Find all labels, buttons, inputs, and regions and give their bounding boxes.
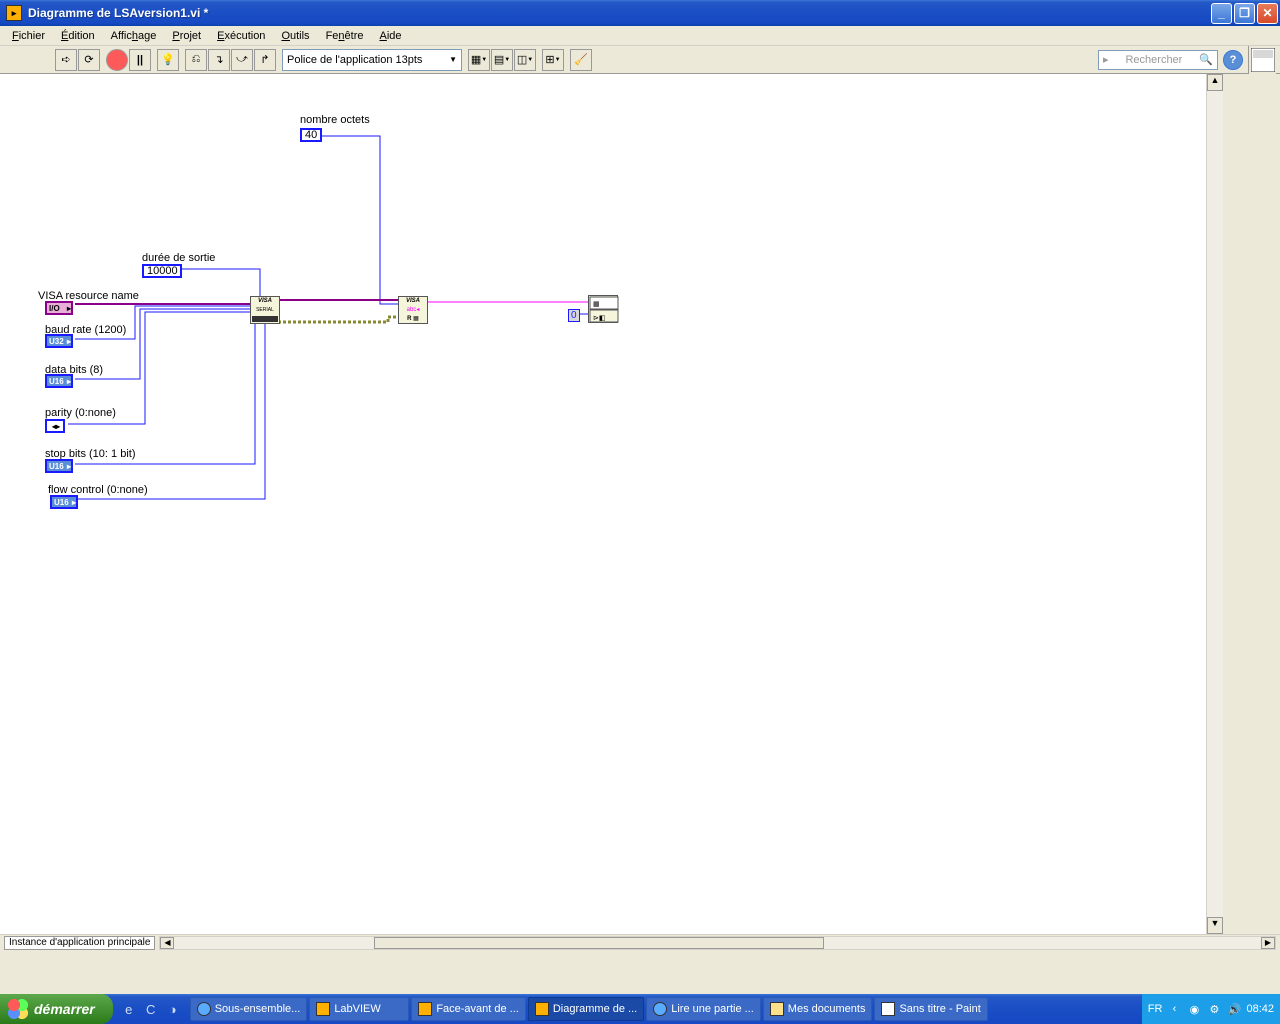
- tray-icon-2[interactable]: ⚙: [1206, 1001, 1222, 1017]
- step-into-button[interactable]: ↴: [208, 49, 230, 71]
- scroll-right-button[interactable]: ▶: [1261, 937, 1275, 949]
- control-nombre-octets[interactable]: 40: [300, 128, 322, 142]
- ql-desktop-icon[interactable]: ◑: [163, 998, 183, 1020]
- scroll-left-button[interactable]: ◀: [160, 937, 174, 949]
- label-parity: parity (0:none): [45, 407, 116, 419]
- menu-fichier[interactable]: Fichier: [4, 28, 53, 44]
- highlight-button[interactable]: 💡: [157, 49, 179, 71]
- close-button[interactable]: ✕: [1257, 3, 1278, 24]
- taskbar: démarrer e C ◑ Sous-ensemble... LabVIEW …: [0, 994, 1280, 1024]
- node-output[interactable]: ▦ ⊳◧: [588, 295, 618, 323]
- label-nombre-octets: nombre octets: [300, 114, 370, 126]
- resize-button[interactable]: ◫▼: [514, 49, 536, 71]
- task-diagramme[interactable]: Diagramme de ...: [528, 997, 644, 1021]
- visa-read-label: VISA: [400, 298, 426, 304]
- cleanup-button[interactable]: 🧹: [570, 49, 592, 71]
- status-bar: Instance d'application principale ◀ ▶: [0, 934, 1280, 950]
- menu-aide[interactable]: Aide: [372, 28, 410, 44]
- ql-ie-icon[interactable]: e: [119, 998, 139, 1020]
- vi-icon[interactable]: [1248, 46, 1276, 74]
- run-continuous-button[interactable]: ⟳: [78, 49, 100, 71]
- search-icon: 🔍: [1199, 53, 1213, 66]
- font-select[interactable]: Police de l'application 13pts ▼: [282, 49, 462, 71]
- svg-text:▦: ▦: [593, 301, 600, 308]
- scroll-up-button[interactable]: ▲: [1207, 74, 1223, 91]
- step-out-button[interactable]: ↱: [254, 49, 276, 71]
- scroll-thumb[interactable]: [374, 937, 824, 949]
- reorder-button[interactable]: ⊞▼: [542, 49, 564, 71]
- tray-clock[interactable]: 08:42: [1246, 1003, 1274, 1015]
- block-diagram-canvas[interactable]: nombre octets 40 durée de sortie 10000 V…: [0, 74, 1206, 934]
- terminal-baud-rate[interactable]: U32▸: [45, 334, 73, 348]
- step-over-button[interactable]: ⤻: [231, 49, 253, 71]
- title-bar: ▸ Diagramme de LSAversion1.vi * _ ❐ ✕: [0, 0, 1280, 26]
- visa-serial-label: VISA: [252, 298, 278, 304]
- label-duree-sortie: durée de sortie: [142, 252, 215, 264]
- svg-text:⊳◧: ⊳◧: [593, 315, 605, 322]
- retain-wire-button[interactable]: ⎌: [185, 49, 207, 71]
- task-labview[interactable]: LabVIEW: [309, 997, 409, 1021]
- canvas-wrap: nombre octets 40 durée de sortie 10000 V…: [0, 74, 1280, 934]
- task-face-avant[interactable]: Face-avant de ...: [411, 997, 526, 1021]
- terminal-data-bits[interactable]: U16▸: [45, 374, 73, 388]
- run-button[interactable]: ➪: [55, 49, 77, 71]
- node-visa-read[interactable]: VISA abc◂ R ▦: [398, 296, 428, 324]
- toolbar: ➪ ⟳ || 💡 ⎌ ↴ ⤻ ↱ Police de l'application…: [0, 46, 1280, 74]
- task-lire-partie[interactable]: Lire une partie ...: [646, 997, 761, 1021]
- tray-language[interactable]: FR: [1148, 1003, 1163, 1015]
- menu-edition[interactable]: Édition: [53, 28, 103, 44]
- system-tray[interactable]: FR ‹ ◉ ⚙ 🔊 08:42: [1142, 994, 1280, 1024]
- align-button[interactable]: ▦▼: [468, 49, 490, 71]
- search-box[interactable]: ▸ Rechercher 🔍: [1098, 50, 1218, 70]
- menu-projet[interactable]: Projet: [164, 28, 209, 44]
- constant-zero[interactable]: 0: [568, 309, 580, 322]
- task-paint[interactable]: Sans titre - Paint: [874, 997, 987, 1021]
- menu-bar: Fichier Édition Affichage Projet Exécuti…: [0, 26, 1280, 46]
- pause-button[interactable]: ||: [129, 49, 151, 71]
- abort-button[interactable]: [106, 49, 128, 71]
- window-title: Diagramme de LSAversion1.vi *: [26, 6, 1211, 20]
- tray-icon-1[interactable]: ◉: [1186, 1001, 1202, 1017]
- terminal-visa-resource[interactable]: I/O▸: [45, 301, 73, 315]
- status-instance: Instance d'application principale: [4, 936, 155, 950]
- task-mes-documents[interactable]: Mes documents: [763, 997, 873, 1021]
- scroll-track[interactable]: [1207, 91, 1223, 917]
- start-button[interactable]: démarrer: [0, 994, 113, 1024]
- menu-fenetre[interactable]: Fenêtre: [318, 28, 372, 44]
- menu-execution[interactable]: Exécution: [209, 28, 273, 44]
- control-duree-sortie[interactable]: 10000: [142, 264, 182, 278]
- horizontal-scrollbar[interactable]: ◀ ▶: [159, 936, 1276, 950]
- menu-outils[interactable]: Outils: [273, 28, 317, 44]
- distribute-button[interactable]: ▤▼: [491, 49, 513, 71]
- tray-expand-icon[interactable]: ‹: [1166, 1001, 1182, 1017]
- scroll-down-button[interactable]: ▼: [1207, 917, 1223, 934]
- tray-volume-icon[interactable]: 🔊: [1226, 1001, 1242, 1017]
- terminal-stop-bits[interactable]: U16▸: [45, 459, 73, 473]
- help-button[interactable]: ?: [1223, 50, 1243, 70]
- font-label: Police de l'application 13pts: [287, 54, 422, 66]
- ql-explorer-icon[interactable]: C: [141, 998, 161, 1020]
- minimize-button[interactable]: _: [1211, 3, 1232, 24]
- node-visa-serial-config[interactable]: VISA SERIAL: [250, 296, 280, 324]
- terminal-parity[interactable]: ◂▸: [45, 419, 65, 433]
- chevron-down-icon: ▼: [449, 55, 457, 64]
- menu-affichage[interactable]: Affichage: [103, 28, 165, 44]
- vertical-scrollbar[interactable]: ▲ ▼: [1206, 74, 1223, 934]
- task-sous-ensemble[interactable]: Sous-ensemble...: [190, 997, 308, 1021]
- maximize-button[interactable]: ❐: [1234, 3, 1255, 24]
- terminal-flow-control[interactable]: U16▸: [50, 495, 78, 509]
- app-icon: ▸: [6, 5, 22, 21]
- search-placeholder: Rechercher: [1125, 54, 1182, 66]
- quick-launch: e C ◑: [119, 998, 183, 1020]
